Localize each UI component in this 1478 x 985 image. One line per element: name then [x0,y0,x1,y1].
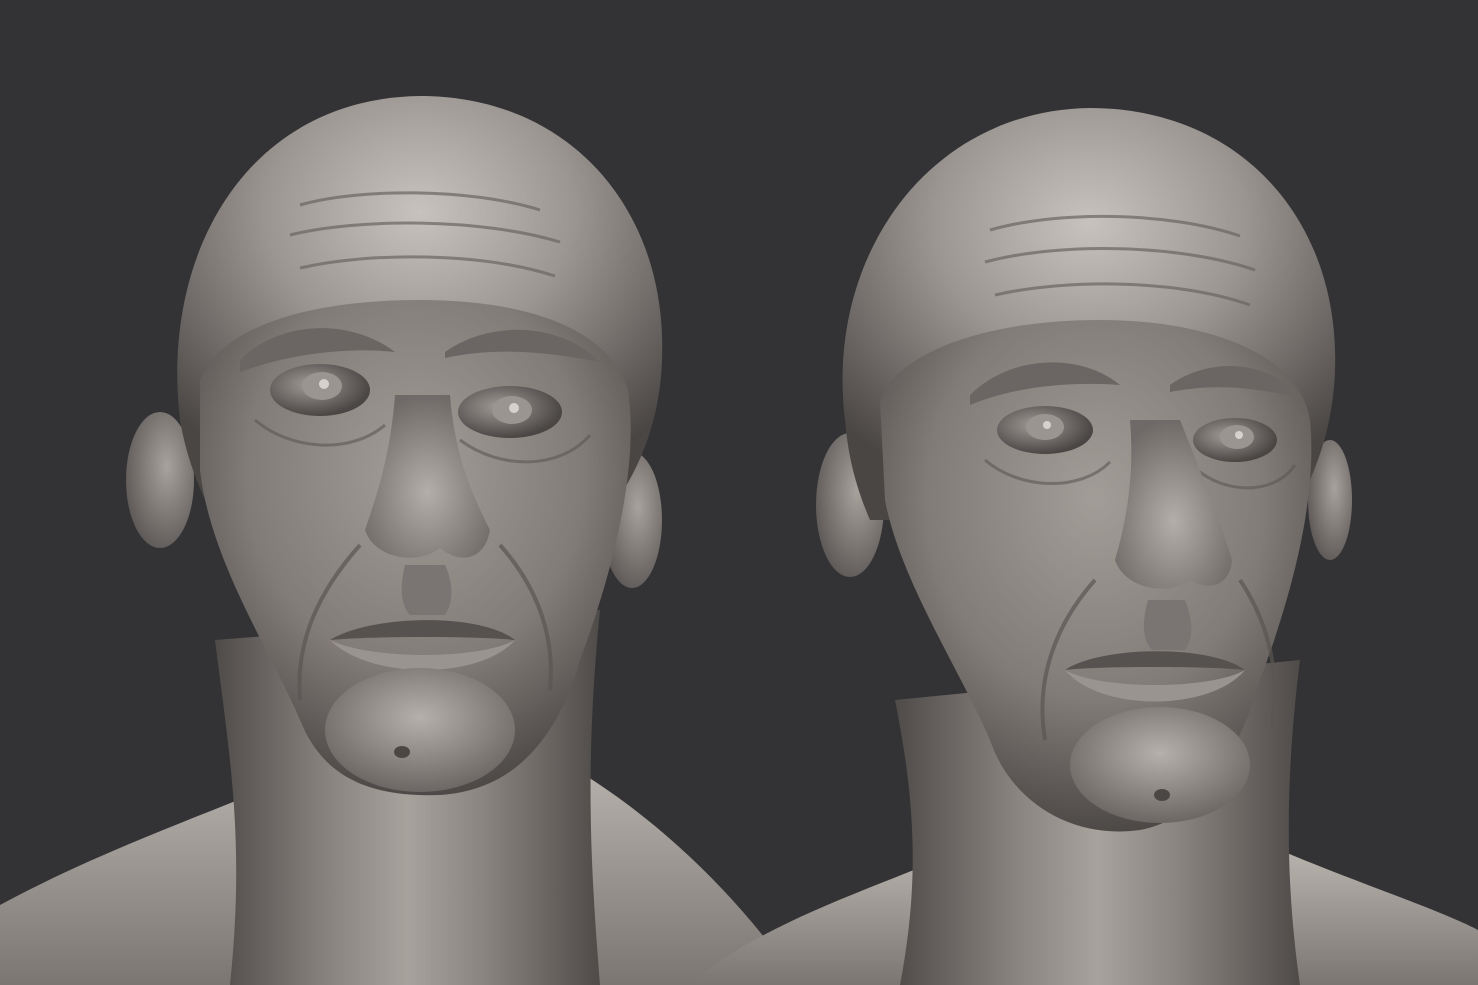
chin-dimple [394,746,410,758]
bust-front-view [0,96,800,985]
chin [325,668,515,792]
sculpt-viewport [0,0,1478,985]
philtrum [401,565,452,615]
philtrum [1143,600,1192,650]
left-eye [997,406,1093,454]
chin [1070,707,1250,823]
chin-dimple [1154,789,1170,801]
sculpt-render [0,96,1478,985]
left-eye [270,364,370,416]
right-eye [458,386,562,438]
right-eye [1193,418,1277,462]
bust-three-quarter-view [690,108,1478,985]
